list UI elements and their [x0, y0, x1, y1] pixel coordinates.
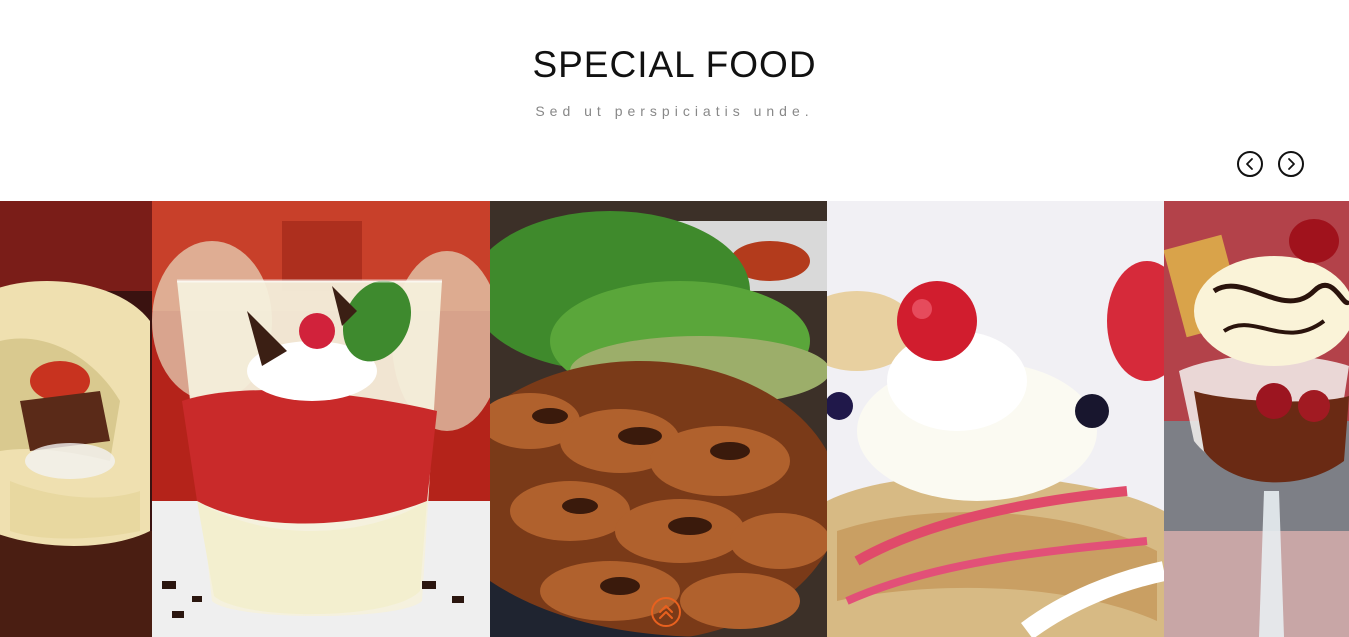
carousel-prev-button[interactable]: [1237, 151, 1263, 177]
section-title: SPECIAL FOOD: [532, 44, 817, 85]
scroll-to-top-button[interactable]: [651, 597, 681, 627]
section-subtitle: Sed ut perspiciatis unde.: [535, 103, 814, 119]
food-slide-ice-cream-sundae[interactable]: [1164, 201, 1349, 637]
special-food-section: SPECIAL FOOD Sed ut perspiciatis unde.: [0, 0, 1349, 637]
food-image-crepe-with-cream: [827, 201, 1164, 637]
food-image-berry-parfait: [152, 201, 490, 637]
carousel-next-button[interactable]: [1278, 151, 1304, 177]
chevron-right-icon: [1288, 158, 1295, 170]
food-image-wrap: [0, 201, 152, 637]
double-chevron-up-icon: [659, 605, 673, 619]
food-slide-crepe-with-cream[interactable]: [827, 201, 1164, 637]
food-image-grilled-chicken: [490, 201, 827, 637]
food-slide-grilled-chicken[interactable]: [490, 201, 827, 637]
food-slide-berry-parfait[interactable]: [152, 201, 490, 637]
food-image-ice-cream-sundae: [1164, 201, 1349, 637]
food-slide-wrap[interactable]: [0, 201, 152, 637]
food-carousel: [0, 201, 1349, 637]
chevron-left-icon: [1246, 158, 1253, 170]
